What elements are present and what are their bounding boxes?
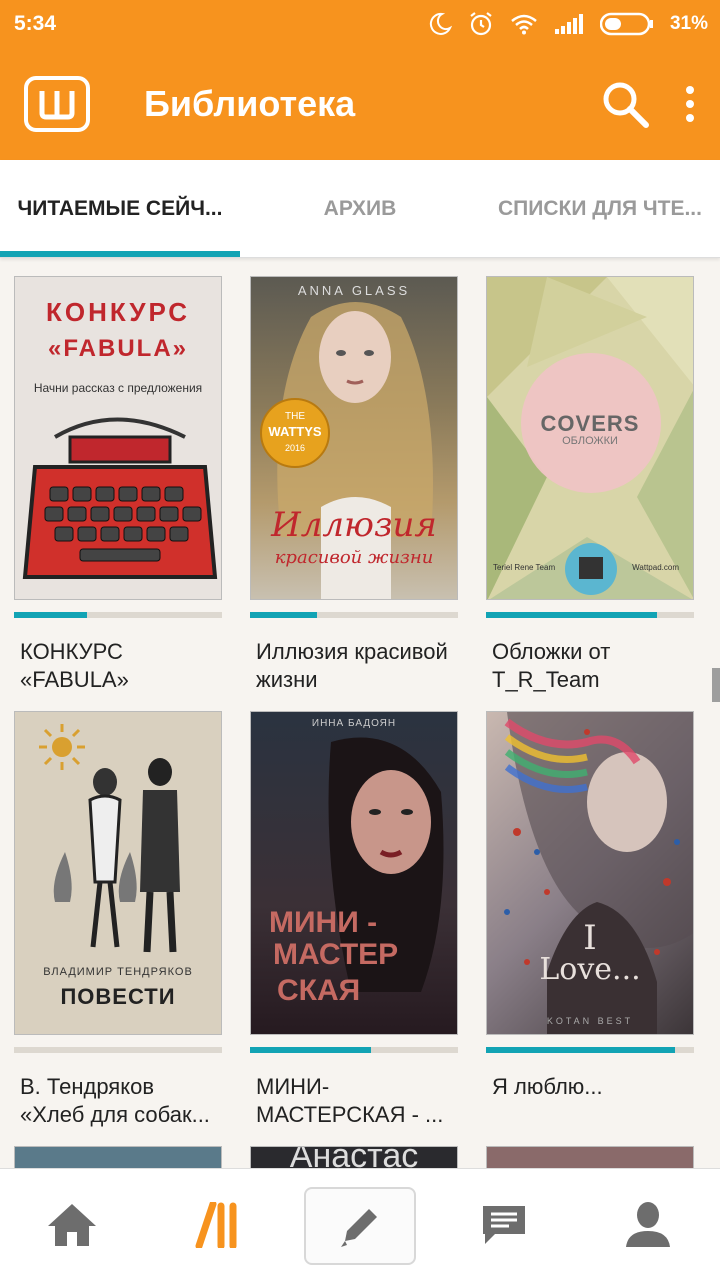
tab-label: АРХИВ (323, 197, 397, 220)
book-card[interactable] (14, 1146, 222, 1170)
book-cover[interactable]: COVERS ОБЛОЖКИ Teriel Rene Team Wattpad.… (486, 276, 694, 600)
wifi-icon (511, 14, 537, 35)
book-card[interactable]: Анастас (250, 1146, 458, 1170)
nav-messages-button[interactable] (432, 1169, 576, 1280)
cover-text: Teriel Rene Team (493, 563, 556, 572)
book-cover[interactable] (486, 1146, 694, 1170)
book-card[interactable]: I Love... KOTAN BEST Я люблю... (486, 711, 694, 1129)
tab-reading-lists[interactable]: СПИСКИ ДЛЯ ЧТЕ... (480, 160, 720, 258)
app-bar: Библиотека (0, 48, 720, 160)
book-title[interactable]: Я люблю... (486, 1073, 694, 1129)
cover-text: Начни рассказ с предложения (33, 381, 203, 395)
cover-text: 2016 (284, 443, 306, 453)
bottom-navigation (0, 1168, 720, 1280)
book-cover[interactable]: Анастас (250, 1146, 458, 1170)
profile-icon (626, 1202, 670, 1247)
book-title[interactable]: Обложки от T_R_Team (486, 638, 694, 694)
book-title[interactable]: В. Тендряков «Хлеб для собак... (14, 1073, 222, 1129)
cover-text: ПОВЕСТИ (60, 984, 176, 1009)
cover-text: THE (285, 411, 305, 422)
tab-archive[interactable]: АРХИВ (240, 160, 480, 258)
book-card[interactable]: ANNA GLASS THE WATTYS 2016 Иллюзия краси… (250, 276, 458, 694)
progress-fill (486, 1047, 676, 1053)
reading-progress (486, 612, 694, 618)
cover-text: КОНКУРС (45, 297, 191, 327)
wattpad-w-icon (39, 91, 75, 120)
library-icon (195, 1202, 237, 1248)
cover-text: МИНИ - (269, 906, 378, 939)
reading-progress (250, 612, 458, 618)
book-cover[interactable]: ANNA GLASS THE WATTYS 2016 Иллюзия краси… (250, 276, 458, 600)
book-card[interactable] (486, 1146, 694, 1170)
alarm-icon (470, 12, 492, 36)
typewriter-illustration (22, 417, 218, 579)
book-cover[interactable]: ИННА БАДОЯН МИНИ - МАСТЕР СКАЯ (250, 711, 458, 1035)
cover-text: ОБЛОЖКИ (562, 435, 618, 447)
cover-text: Анастас (289, 1146, 419, 1170)
tab-label: СПИСКИ ДЛЯ ЧТЕ... (498, 197, 702, 220)
book-cover[interactable]: КОНКУРС «FABULA» Начни рассказ с предлож… (14, 276, 222, 600)
tab-reading-now[interactable]: ЧИТАЕМЫЕ СЕЙЧ... (0, 160, 240, 258)
cover-text: МАСТЕР (273, 938, 399, 971)
nav-library-button[interactable] (144, 1169, 288, 1280)
cover-text: COVERS (540, 411, 640, 436)
battery-percent: 31% (669, 13, 708, 34)
status-bar: 5:34 31% (0, 0, 720, 48)
messages-icon (483, 1206, 525, 1244)
book-card[interactable]: ВЛАДИМИР ТЕНДРЯКОВ ПОВЕСТИ В. Тендряков … (14, 711, 222, 1129)
book-card[interactable]: ИННА БАДОЯН МИНИ - МАСТЕР СКАЯ МИНИ-МАСТ… (250, 711, 458, 1129)
cover-text: «FABULA» (47, 335, 189, 362)
progress-fill (250, 1047, 371, 1053)
tab-indicator (0, 251, 240, 257)
book-title[interactable]: МИНИ-МАСТЕРСКАЯ - ... (250, 1073, 458, 1129)
status-time: 5:34 (14, 12, 57, 35)
cover-text: WATTYS (268, 424, 322, 439)
reading-progress (14, 1047, 222, 1053)
nav-write-button[interactable] (304, 1187, 416, 1265)
book-title[interactable]: Иллюзия красивой жизни (250, 638, 458, 694)
signal-icon (554, 14, 583, 34)
battery-icon (599, 12, 653, 36)
reading-progress (250, 1047, 458, 1053)
search-icon[interactable] (600, 79, 650, 129)
nav-profile-button[interactable] (576, 1169, 720, 1280)
tab-label: ЧИТАЕМЫЕ СЕЙЧ... (17, 197, 223, 220)
book-card[interactable]: КОНКУРС «FABULA» Начни рассказ с предлож… (14, 276, 222, 694)
reading-progress (486, 1047, 694, 1053)
progress-fill (14, 612, 87, 618)
progress-fill (486, 612, 657, 618)
nav-home-button[interactable] (0, 1169, 144, 1280)
cover-text: KOTAN BEST (546, 1016, 634, 1026)
moon-icon (429, 12, 452, 35)
progress-fill (250, 612, 317, 618)
book-cover[interactable] (14, 1146, 222, 1170)
book-cover[interactable]: ВЛАДИМИР ТЕНДРЯКОВ ПОВЕСТИ (14, 711, 222, 1035)
book-grid: КОНКУРС «FABULA» Начни рассказ с предлож… (0, 258, 720, 1170)
scrollbar-thumb[interactable] (712, 668, 720, 702)
cover-text: Love... (539, 952, 641, 987)
wattpad-logo[interactable] (24, 76, 90, 132)
pencil-icon (341, 1209, 377, 1247)
more-options-icon[interactable] (684, 84, 696, 124)
book-cover[interactable]: I Love... KOTAN BEST (486, 711, 694, 1035)
page-title: Библиотека (144, 83, 356, 124)
reading-progress (14, 612, 222, 618)
cover-text: ВЛАДИМИР ТЕНДРЯКОВ (43, 966, 193, 978)
cover-text: Иллюзия (271, 505, 437, 545)
home-icon (48, 1204, 96, 1246)
cover-text: Wattpad.com (632, 563, 679, 572)
cover-text: красивой жизни (274, 547, 434, 568)
cover-text: СКАЯ (277, 974, 361, 1007)
figures-illustration (53, 758, 180, 953)
book-card[interactable]: COVERS ОБЛОЖКИ Teriel Rene Team Wattpad.… (486, 276, 694, 694)
book-title[interactable]: КОНКУРС «FABULA» (14, 638, 222, 694)
library-tabs: ЧИТАЕМЫЕ СЕЙЧ... АРХИВ СПИСКИ ДЛЯ ЧТЕ... (0, 160, 720, 258)
